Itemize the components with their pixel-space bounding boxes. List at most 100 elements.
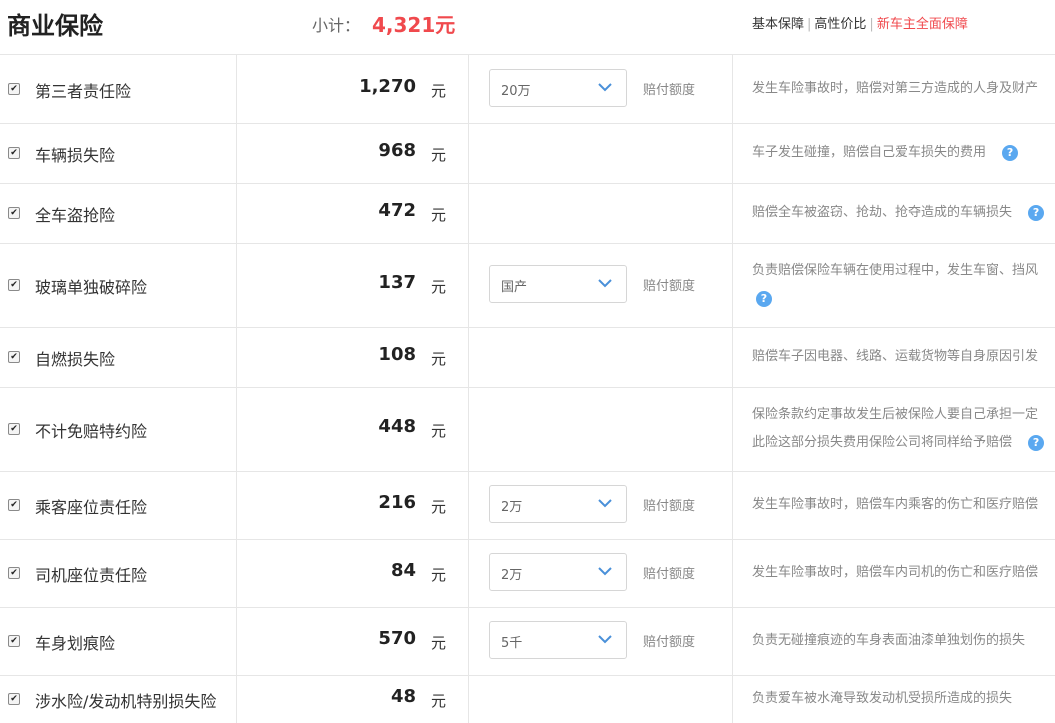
insurance-name: 第三者责任险 xyxy=(35,82,132,101)
coverage-select-value: 20万 xyxy=(501,84,531,99)
insurance-row: ✔ 车身划痕险 570 元 5千 赔付额度 负责无碰撞痕迹的车身表面油漆单独划伤的损失 xyxy=(0,607,1055,676)
chevron-down-icon xyxy=(598,567,612,576)
coverage-select[interactable]: 2万 xyxy=(489,553,627,591)
plan-divider: | xyxy=(869,17,874,32)
plan-tab-value[interactable]: 高性价比 xyxy=(814,17,866,32)
coverage-select[interactable]: 5千 xyxy=(489,621,627,659)
coverage-label: 赔付额度 xyxy=(643,635,696,650)
insurance-row: ✔ 第三者责任险 1,270 元 20万 赔付额度 发生车险事故时，赔偿对第三方造成的人… xyxy=(0,55,1055,124)
insurance-price: 84 xyxy=(390,560,416,581)
description-line: 赔偿全车被盗窃、抢劫、抢夺造成的车辆损失? xyxy=(752,199,1055,227)
description-line: 此险这部分损失费用保险公司将同样给予赔偿? xyxy=(752,429,1055,457)
insurance-price: 137 xyxy=(378,272,416,293)
insurance-price: 108 xyxy=(378,344,416,365)
subtotal-label: 小计： xyxy=(312,16,361,35)
coverage-select[interactable]: 国产 xyxy=(489,265,627,303)
description-line: 负责无碰撞痕迹的车身表面油漆单独划伤的损失 xyxy=(752,633,1026,648)
insurance-row: ✔ 玻璃单独破碎险 137 元 国产 赔付额度 负责赔偿保险车辆在使用过程中，发生车窗、… xyxy=(0,243,1055,328)
insurance-name: 全车盗抢险 xyxy=(35,206,116,225)
subtotal-value: 4,321元 xyxy=(372,13,456,37)
chevron-down-icon xyxy=(598,279,612,288)
insurance-row: ✔ 车辆损失险 968 元 车子发生碰撞，赔偿自己爱车损失的费用? xyxy=(0,123,1055,184)
insurance-description: 保险条款约定事故发生后被保险人要自己承担一定此险这部分损失费用保险公司将同样给予… xyxy=(752,401,1055,457)
insurance-row: ✔ 不计免赔特约险 448 元 保险条款约定事故发生后被保险人要自己承担一定此险这部分损… xyxy=(0,387,1055,472)
price-unit: 元 xyxy=(431,278,447,296)
include-checkbox[interactable]: ✔ xyxy=(8,423,20,435)
question-circle-icon[interactable]: ? xyxy=(1028,204,1045,221)
description-line: 发生车险事故时，赔偿对第三方造成的人身及财产 xyxy=(752,81,1039,96)
insurance-description: 负责爱车被水淹导致发动机受损所造成的损失 xyxy=(752,685,1055,713)
description-line: 发生车险事故时，赔偿车内乘客的伤亡和医疗赔偿 xyxy=(752,497,1039,512)
chevron-down-icon xyxy=(598,635,612,644)
price-unit: 元 xyxy=(431,82,447,100)
page-title: 商业保险 xyxy=(7,12,103,40)
insurance-description: 赔偿全车被盗窃、抢劫、抢夺造成的车辆损失? xyxy=(752,199,1055,227)
description-line: 保险条款约定事故发生后被保险人要自己承担一定 xyxy=(752,407,1039,422)
insurance-price: 216 xyxy=(378,492,416,513)
insurance-name: 司机座位责任险 xyxy=(35,566,148,585)
insurance-row: ✔ 乘客座位责任险 216 元 2万 赔付额度 发生车险事故时，赔偿车内乘客的伤亡和医疗… xyxy=(0,471,1055,540)
question-circle-icon[interactable]: ? xyxy=(756,290,772,307)
insurance-description: 车子发生碰撞，赔偿自己爱车损失的费用? xyxy=(752,139,1055,167)
include-checkbox[interactable]: ✔ xyxy=(8,567,20,579)
insurance-name: 玻璃单独破碎险 xyxy=(35,278,148,297)
insurance-name: 不计免赔特约险 xyxy=(35,422,148,441)
column-divider xyxy=(732,55,733,723)
coverage-select-value: 5千 xyxy=(501,636,523,651)
include-checkbox[interactable]: ✔ xyxy=(8,635,20,647)
include-checkbox[interactable]: ✔ xyxy=(8,351,20,363)
coverage-label: 赔付额度 xyxy=(643,279,696,294)
insurance-description: 发生车险事故时，赔偿对第三方造成的人身及财产 xyxy=(752,75,1055,103)
insurance-description: 发生车险事故时，赔偿车内乘客的伤亡和医疗赔偿 xyxy=(752,491,1055,519)
header: 商业保险 小计： 4,321元 基本保障 | 高性价比 | 新车主全面保障 xyxy=(0,0,1055,55)
price-unit: 元 xyxy=(431,146,447,164)
insurance-name: 涉水险/发动机特别损失险 xyxy=(35,692,217,711)
price-unit: 元 xyxy=(431,206,447,224)
insurance-price: 48 xyxy=(390,686,416,707)
insurance-row: ✔ 全车盗抢险 472 元 赔偿全车被盗窃、抢劫、抢夺造成的车辆损失? xyxy=(0,183,1055,244)
insurance-name: 车身划痕险 xyxy=(35,634,116,653)
coverage-label: 赔付额度 xyxy=(643,83,696,98)
include-checkbox[interactable]: ✔ xyxy=(8,279,20,291)
plan-tab-basic[interactable]: 基本保障 xyxy=(752,17,804,32)
insurance-description: 负责无碰撞痕迹的车身表面油漆单独划伤的损失 xyxy=(752,627,1055,655)
question-circle-icon[interactable]: ? xyxy=(1028,434,1045,451)
description-line: 赔偿车子因电器、线路、运载货物等自身原因引发 xyxy=(752,349,1039,364)
insurance-price: 1,270 xyxy=(359,76,416,97)
description-line: 负责赔偿保险车辆在使用过程中，发生车窗、挡风 xyxy=(752,263,1039,278)
insurance-price: 472 xyxy=(378,200,416,221)
include-checkbox[interactable]: ✔ xyxy=(8,693,20,705)
include-checkbox[interactable]: ✔ xyxy=(8,147,20,159)
include-checkbox[interactable]: ✔ xyxy=(8,83,20,95)
chevron-down-icon xyxy=(598,499,612,508)
coverage-label: 赔付额度 xyxy=(643,499,696,514)
include-checkbox[interactable]: ✔ xyxy=(8,207,20,219)
insurance-name: 车辆损失险 xyxy=(35,146,116,165)
insurance-name: 自燃损失险 xyxy=(35,350,116,369)
insurance-name: 乘客座位责任险 xyxy=(35,498,148,517)
price-unit: 元 xyxy=(431,566,447,584)
chevron-down-icon xyxy=(598,83,612,92)
insurance-price: 570 xyxy=(378,628,416,649)
description-line: 发生车险事故时，赔偿车内司机的伤亡和医疗赔偿 xyxy=(752,565,1039,580)
insurance-row: ✔ 涉水险/发动机特别损失险 48 元 负责爱车被水淹导致发动机受损所造成的损失 xyxy=(0,675,1055,723)
coverage-select-value: 国产 xyxy=(501,280,528,295)
coverage-select-value: 2万 xyxy=(501,568,523,583)
price-unit: 元 xyxy=(431,350,447,368)
coverage-select-value: 2万 xyxy=(501,500,523,515)
coverage-select[interactable]: 2万 xyxy=(489,485,627,523)
description-line: 负责爱车被水淹导致发动机受损所造成的损失 xyxy=(752,691,1013,706)
price-unit: 元 xyxy=(431,422,447,440)
insurance-description: 发生车险事故时，赔偿车内司机的伤亡和医疗赔偿 xyxy=(752,559,1055,587)
insurance-row: ✔ 司机座位责任险 84 元 2万 赔付额度 发生车险事故时，赔偿车内司机的伤亡和医疗赔… xyxy=(0,539,1055,608)
plan-divider: | xyxy=(807,17,812,32)
plan-tab-full[interactable]: 新车主全面保障 xyxy=(877,17,968,32)
question-circle-icon[interactable]: ? xyxy=(1002,144,1019,161)
column-divider xyxy=(236,55,237,723)
include-checkbox[interactable]: ✔ xyxy=(8,499,20,511)
price-unit: 元 xyxy=(431,634,447,652)
insurance-price: 448 xyxy=(378,416,416,437)
plan-tabs: 基本保障 | 高性价比 | 新车主全面保障 xyxy=(752,13,968,32)
coverage-label: 赔付额度 xyxy=(643,567,696,582)
coverage-select[interactable]: 20万 xyxy=(489,69,627,107)
